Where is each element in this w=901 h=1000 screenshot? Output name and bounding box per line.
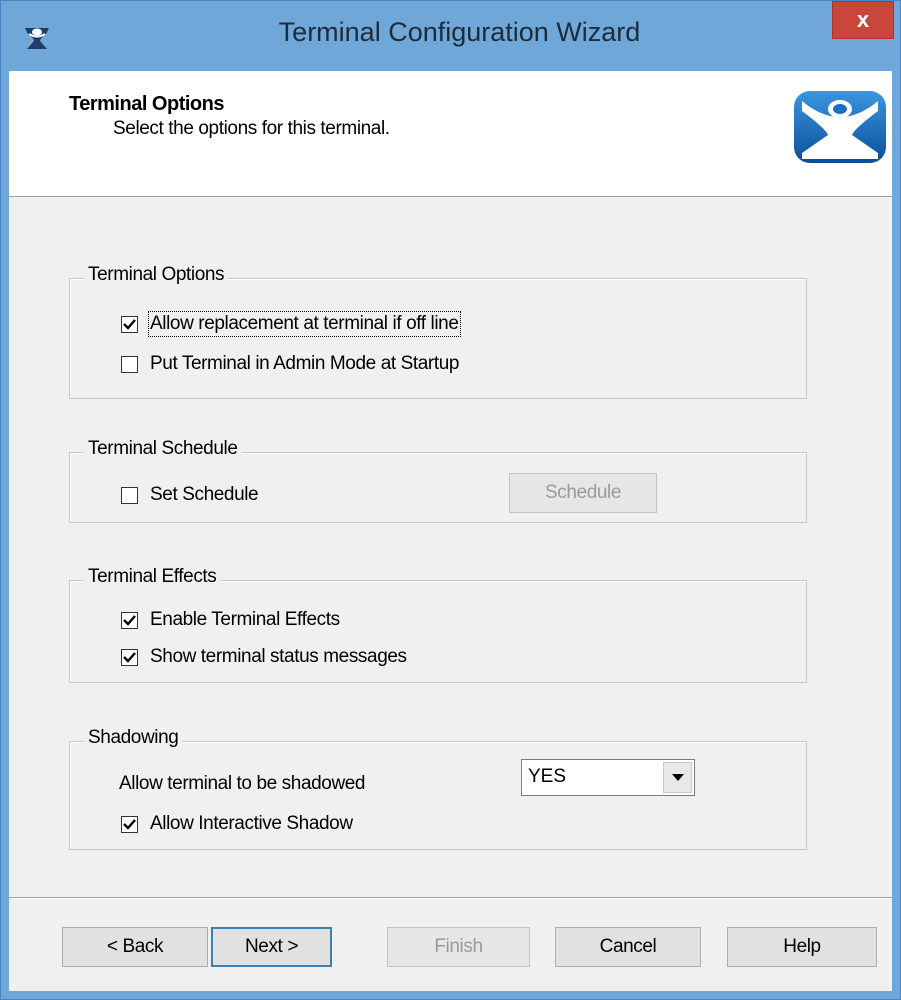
interactive-shadow-checkbox[interactable] xyxy=(121,815,138,833)
group-label-shadowing: Shadowing xyxy=(84,727,183,749)
admin-mode-label: Put Terminal in Admin Mode at Startup xyxy=(150,353,460,374)
status-messages-checkbox[interactable] xyxy=(121,648,138,666)
set-schedule-checkbox[interactable] xyxy=(121,486,138,504)
window-title: Terminal Configuration Wizard xyxy=(278,17,641,47)
close-button[interactable]: x xyxy=(832,1,894,39)
next-button[interactable]: Next > xyxy=(211,927,332,967)
interactive-shadow-row[interactable]: Allow Interactive Shadow xyxy=(121,811,353,837)
wizard-window: Terminal Configuration Wizard x Terminal… xyxy=(0,0,901,1000)
title-bar[interactable]: Terminal Configuration Wizard x xyxy=(1,1,900,71)
wizard-header: Terminal Options Select the options for … xyxy=(9,71,892,197)
group-label-terminal-effects: Terminal Effects xyxy=(84,566,221,588)
set-schedule-label: Set Schedule xyxy=(150,484,259,505)
finish-button[interactable]: Finish xyxy=(387,927,530,967)
interactive-shadow-label: Allow Interactive Shadow xyxy=(150,813,353,834)
group-label-terminal-schedule: Terminal Schedule xyxy=(84,438,242,460)
wizard-client-area: Terminal Options Select the options for … xyxy=(9,71,892,991)
allow-shadow-label: Allow terminal to be shadowed xyxy=(119,773,366,794)
page-title: Terminal Options xyxy=(69,93,224,115)
admin-mode-checkbox[interactable] xyxy=(121,355,138,373)
allow-replacement-label: Allow replacement at terminal if off lin… xyxy=(148,311,461,337)
enable-effects-label: Enable Terminal Effects xyxy=(150,609,340,630)
enable-effects-checkbox[interactable] xyxy=(121,611,138,629)
thinmanager-logo-icon xyxy=(794,91,886,163)
schedule-button[interactable]: Schedule xyxy=(509,473,657,513)
allow-shadow-value: YES xyxy=(528,766,567,787)
page-subtitle: Select the options for this terminal. xyxy=(113,118,390,139)
group-label-terminal-options: Terminal Options xyxy=(84,264,229,286)
terminal-options-group: Terminal Options xyxy=(69,264,807,399)
checkmark-icon xyxy=(123,818,136,830)
checkmark-icon xyxy=(123,651,136,663)
checkmark-icon xyxy=(123,614,136,626)
allow-replacement-checkbox[interactable] xyxy=(121,315,138,333)
allow-shadow-select[interactable]: YES xyxy=(521,759,695,796)
enable-effects-row[interactable]: Enable Terminal Effects xyxy=(121,607,340,633)
back-button[interactable]: < Back xyxy=(62,927,208,967)
dropdown-arrow-icon[interactable] xyxy=(663,762,692,793)
status-messages-row[interactable]: Show terminal status messages xyxy=(121,644,407,670)
status-messages-label: Show terminal status messages xyxy=(150,646,407,667)
allow-replacement-row[interactable]: Allow replacement at terminal if off lin… xyxy=(121,311,461,337)
set-schedule-row[interactable]: Set Schedule xyxy=(121,482,259,508)
allow-shadow-row: Allow terminal to be shadowed xyxy=(119,771,366,797)
cancel-button[interactable]: Cancel xyxy=(555,927,701,967)
help-button[interactable]: Help xyxy=(727,927,877,967)
footer-separator xyxy=(9,897,892,899)
admin-mode-row[interactable]: Put Terminal in Admin Mode at Startup xyxy=(121,351,459,377)
checkmark-icon xyxy=(123,318,136,330)
